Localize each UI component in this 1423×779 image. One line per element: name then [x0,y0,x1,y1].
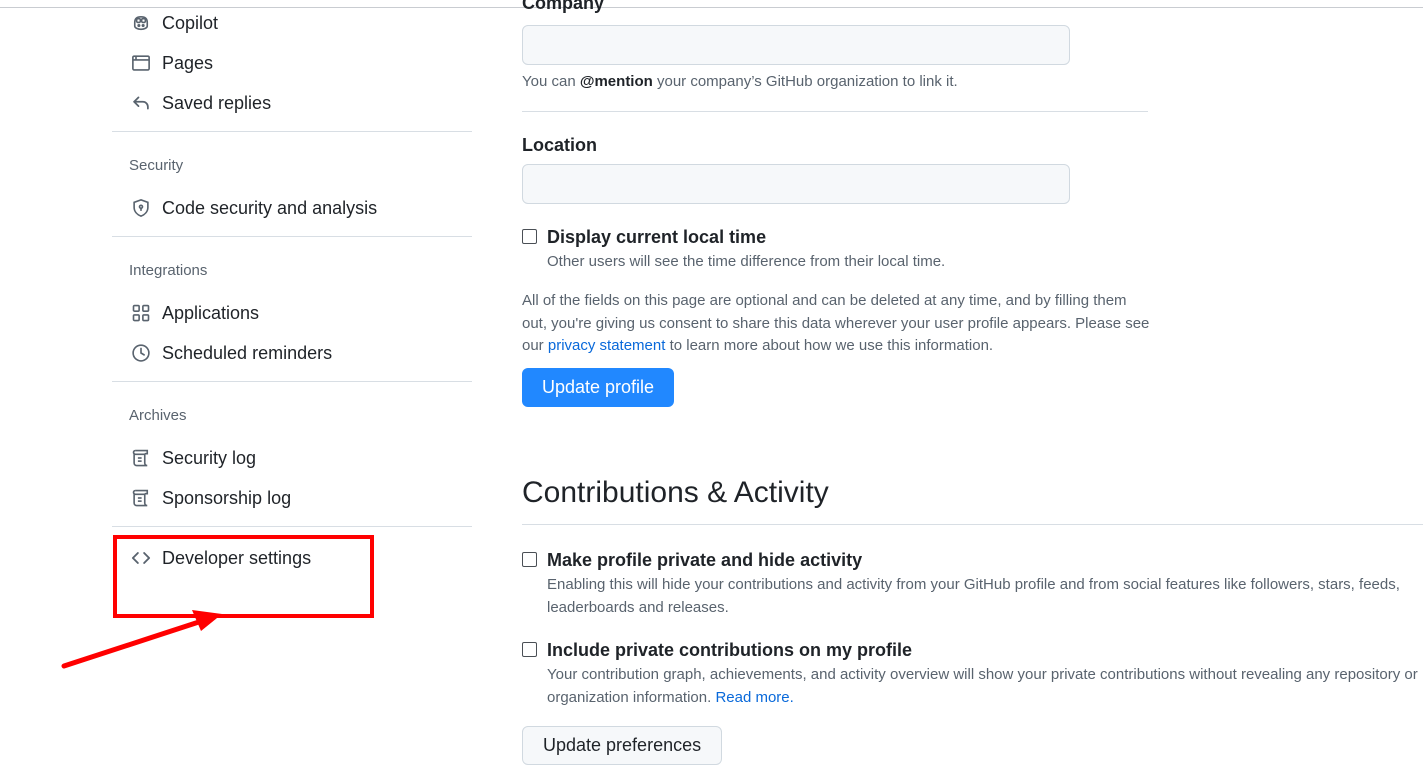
sidebar-divider [112,526,472,527]
sidebar-item-label: Saved replies [162,92,272,113]
contributions-activity-heading: Contributions & Activity [522,476,829,509]
local-time-checkbox[interactable] [522,229,537,244]
sidebar-item-security-log[interactable]: Security log [130,443,256,473]
browser-icon [130,52,152,74]
local-time-label: Display current local time [547,227,767,247]
private-profile-checkbox[interactable] [522,552,537,567]
private-contributions-desc-line-2: organization information. Read more. [547,686,1418,709]
sidebar-item-code-security[interactable]: Code security and analysis [130,193,377,223]
sidebar-item-label: Code security and analysis [162,197,378,218]
settings-sidebar: Copilot Pages Saved replies Security Cod… [112,0,472,779]
private-profile-desc-line-1: Enabling this will hide your contributio… [547,576,1400,593]
section-heading-integrations: Integrations [129,262,208,279]
location-input[interactable] [522,164,1070,204]
sidebar-item-pages[interactable]: Pages [130,48,213,78]
consent-line-3-suffix: to learn more about how we use this info… [665,337,994,354]
read-more-link[interactable]: Read more. [715,689,793,706]
sidebar-divider [112,131,472,132]
sidebar-item-sponsorship-log[interactable]: Sponsorship log [130,483,291,513]
sidebar-item-label: Sponsorship log [162,487,292,508]
consent-paragraph: All of the fields on this page are optio… [522,290,1152,358]
code-icon [130,547,152,569]
update-profile-button[interactable]: Update profile [522,368,675,407]
private-profile-desc-line-2: leaderboards and releases. [547,599,729,616]
shield-lock-icon [130,197,152,219]
consent-line-2: out, you're giving us consent to share t… [522,314,1150,332]
apps-icon [130,302,152,324]
section-heading-archives: Archives [129,407,187,424]
consent-line-1: All of the fields on this page are optio… [522,292,1127,309]
sidebar-divider [112,381,472,382]
section-heading-security: Security [129,157,184,174]
sidebar-item-saved-replies[interactable]: Saved replies [130,88,271,118]
copilot-icon [130,12,152,34]
reply-icon [130,92,152,114]
private-contributions-label: Include private contributions on my prof… [547,640,913,660]
sidebar-item-label: Pages [162,52,214,73]
local-time-description: Other users will see the time difference… [547,253,946,270]
sidebar-item-label: Scheduled reminders [162,342,333,363]
profile-settings-main: Company You can @mention your company’s … [522,0,1423,779]
update-preferences-button[interactable]: Update preferences [522,726,723,765]
private-contributions-desc-prefix: organization information. [547,689,716,706]
privacy-statement-link[interactable]: privacy statement [548,337,666,354]
log-icon [130,487,152,509]
company-input[interactable] [522,25,1070,65]
clock-icon [130,342,152,364]
log-icon [130,447,152,469]
sidebar-item-label: Developer settings [162,547,312,568]
consent-line-3-prefix: our [522,337,548,354]
sidebar-item-label: Applications [162,302,260,323]
company-note-mention: @mention [579,73,653,90]
private-contributions-desc-line-1: Your contribution graph, achievements, a… [547,666,1418,683]
heading-divider [522,524,1423,525]
section-divider [522,111,1148,112]
company-note-prefix: You can [522,73,580,90]
private-profile-description: Enabling this will hide your contributio… [547,573,1400,619]
sidebar-item-developer-settings[interactable]: Developer settings [130,543,311,573]
sidebar-item-copilot[interactable]: Copilot [130,8,218,38]
private-profile-label: Make profile private and hide activity [547,550,863,570]
sidebar-divider [112,236,472,237]
sidebar-item-label: Security log [162,447,257,468]
company-note-suffix: your company’s GitHub organization to li… [652,73,958,90]
company-note: You can @mention your company’s GitHub o… [522,73,958,90]
location-label: Location [522,135,597,155]
company-label: Company [522,0,605,13]
consent-line-3: our privacy statement to learn more abou… [522,335,1152,358]
private-contributions-checkbox[interactable] [522,642,537,657]
sidebar-item-applications[interactable]: Applications [130,298,259,328]
sidebar-item-scheduled-reminders[interactable]: Scheduled reminders [130,338,332,368]
private-contributions-description: Your contribution graph, achievements, a… [547,663,1418,709]
sidebar-item-label: Copilot [162,12,219,33]
